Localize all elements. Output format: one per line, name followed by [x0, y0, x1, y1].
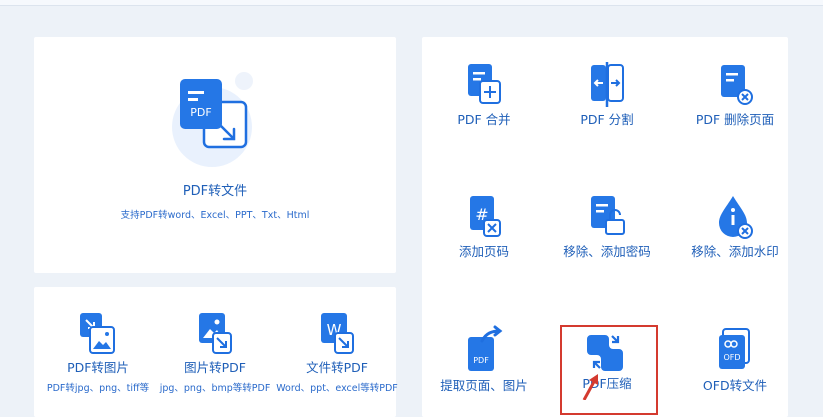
pdf-to-document-icon: PDF: [172, 72, 253, 167]
tool-label: 添加页码: [458, 244, 509, 259]
watermark-drop-icon: [719, 196, 753, 239]
pdf-split-icon: [591, 62, 624, 107]
tool-label: 移除、添加密码: [563, 244, 651, 259]
ofd-icon-text: OFD: [723, 353, 740, 362]
tool-ofd-convert[interactable]: OFD OFD转文件: [670, 325, 800, 394]
pdf-delete-page-icon: [721, 65, 753, 105]
pdf-to-file-card[interactable]: PDF PDF转文件 支持PDF转word、Excel、PPT、Txt、Html: [34, 37, 396, 273]
tool-label: 文件转PDF: [306, 360, 368, 375]
window-top-edge: [0, 0, 823, 6]
tool-pdf-to-image[interactable]: PDF转图片 PDF转jpg、png、tiff等: [38, 311, 158, 394]
tool-label: OFD转文件: [702, 378, 768, 393]
ofd-convert-icon: OFD: [719, 328, 750, 369]
password-lock-icon: [591, 196, 625, 235]
tool-watermark[interactable]: 移除、添加水印: [670, 193, 800, 260]
tool-image-to-pdf[interactable]: 图片转PDF jpg、png、bmp等转PDF: [155, 311, 275, 394]
pdf-to-file-subtitle: 支持PDF转word、Excel、PPT、Txt、Html: [120, 210, 310, 221]
tool-label: 提取页面、图片: [440, 378, 528, 393]
tool-pdf-delete-page[interactable]: PDF 删除页面: [670, 61, 800, 128]
tool-label: PDF 分割: [580, 112, 634, 127]
tool-label: PDF 删除页面: [695, 112, 775, 127]
extract-icon-text: PDF: [473, 356, 489, 365]
tool-label: PDF 合并: [457, 112, 511, 127]
add-page-number-icon: #: [470, 196, 501, 237]
highlight-box: [560, 325, 658, 415]
tool-pdf-split[interactable]: PDF 分割: [547, 61, 667, 128]
tool-desc: jpg、png、bmp等转PDF: [159, 383, 271, 394]
extract-pages-icon: PDF: [468, 325, 503, 371]
tool-label: PDF转图片: [67, 360, 129, 375]
tool-label: 图片转PDF: [184, 360, 246, 375]
tool-file-to-pdf[interactable]: W 文件转PDF Word、ppt、excel等转PDF: [272, 311, 402, 394]
tool-extract-pages[interactable]: PDF 提取页面、图片: [424, 325, 544, 394]
tool-label: 移除、添加水印: [691, 244, 779, 259]
red-arrow-icon: [582, 374, 598, 400]
tool-desc: PDF转jpg、png、tiff等: [46, 383, 150, 394]
pdf-to-file-title: PDF转文件: [182, 184, 248, 199]
tool-desc: Word、ppt、excel等转PDF: [276, 383, 398, 394]
pdf-merge-icon: [468, 64, 501, 104]
tool-add-page-number[interactable]: # 添加页码: [424, 193, 544, 260]
image-to-pdf-icon: [199, 313, 232, 354]
tool-pdf-merge[interactable]: PDF 合并: [424, 61, 544, 128]
word-to-pdf-icon: W: [321, 313, 354, 354]
hero-icon-text: PDF: [190, 106, 211, 119]
tool-password[interactable]: 移除、添加密码: [547, 193, 667, 260]
pdf-to-image-icon: [80, 313, 115, 354]
